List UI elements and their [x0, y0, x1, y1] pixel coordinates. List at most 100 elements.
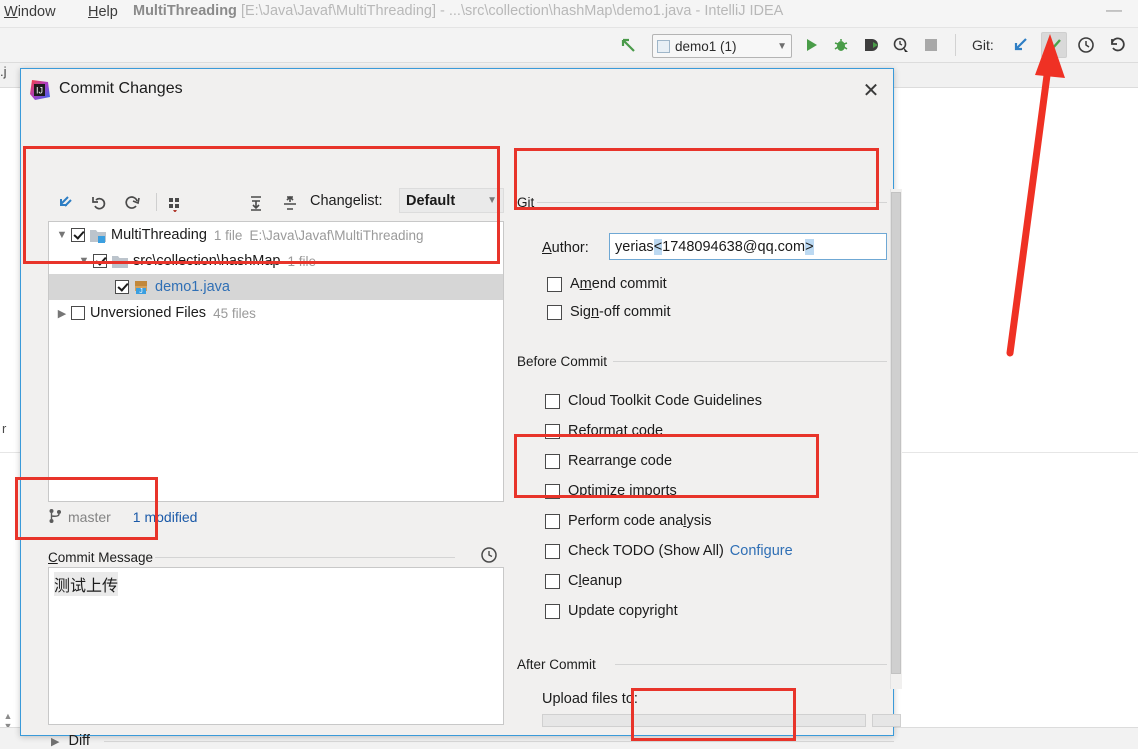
configure-link[interactable]: Configure	[730, 543, 793, 559]
before-commit-title: Before Commit	[517, 354, 614, 369]
window-title-project: MultiThreading	[133, 3, 237, 19]
tree-row-checkbox[interactable]	[93, 254, 107, 268]
git-label: Git:	[972, 37, 994, 53]
checkbox-label: Check TODO (Show All)	[568, 543, 724, 559]
branch-icon	[48, 508, 62, 527]
changed-files-tree[interactable]: ▼ MultiThreading 1 file E:\Java\Javaf\Multi…	[48, 221, 504, 502]
checkbox-label: Optimize imports	[568, 483, 677, 499]
git-option-amend-commit[interactable]: Amend commit	[547, 273, 667, 295]
before-commit-cloud-toolkit-code-guidelines[interactable]: Cloud Toolkit Code Guidelines	[545, 390, 762, 412]
before-commit-perform-code-analysis[interactable]: Perform code analysis	[545, 510, 711, 532]
chevron-down-icon[interactable]: ▼	[75, 255, 93, 267]
author-value-prefix: yerias	[615, 238, 654, 255]
menu-window[interactable]: Window	[4, 4, 56, 20]
checkbox-label: Reformat code	[568, 423, 664, 439]
before-commit-cleanup[interactable]: Cleanup	[545, 570, 622, 592]
checkbox[interactable]	[547, 304, 562, 320]
debug-icon[interactable]	[828, 32, 854, 58]
menu-help[interactable]: Help	[88, 4, 118, 20]
commit-message-title: Commit Message	[48, 550, 160, 565]
checkbox[interactable]	[545, 513, 560, 529]
tree-row[interactable]: ▶ Unversioned Files 45 files	[49, 300, 503, 326]
git-rollback-icon[interactable]	[1104, 32, 1130, 58]
upload-browse-button[interactable]	[872, 714, 901, 727]
module-folder-icon	[90, 229, 106, 243]
author-input[interactable]: yerias <1748094638@qq.com >	[609, 233, 887, 260]
git-update-project-icon[interactable]	[1008, 32, 1034, 58]
chevron-down-icon: ▼	[487, 195, 497, 206]
upload-files-label: Upload files to:	[542, 691, 638, 707]
branch-name: master	[68, 509, 111, 525]
checkbox[interactable]	[545, 543, 560, 559]
editor-code-fragment: r	[2, 421, 7, 436]
commit-message-divider	[155, 557, 455, 558]
right-panel-scrollbar-thumb[interactable]	[891, 192, 901, 674]
message-history-icon[interactable]	[480, 546, 498, 569]
dialog-title-bar: IJ Commit Changes ✕	[21, 69, 893, 113]
tree-row[interactable]: ▼ MultiThreading 1 file E:\Java\Javaf\Multi…	[49, 222, 503, 248]
author-value-open-bracket: <	[653, 238, 663, 255]
checkbox[interactable]	[547, 276, 562, 292]
git-history-icon[interactable]	[1073, 32, 1099, 58]
commit-message-input[interactable]: 测试上传	[48, 567, 504, 725]
diff-toggle[interactable]: ▶ Diff	[51, 730, 90, 749]
before-commit-update-copyright[interactable]: Update copyright	[545, 600, 678, 622]
tree-row-label: demo1.java	[155, 279, 230, 295]
author-value-close-bracket: >	[805, 238, 814, 255]
close-icon[interactable]: ✕	[857, 77, 885, 105]
svg-text:IJ: IJ	[36, 86, 43, 96]
checkbox-label: Perform code analysis	[568, 513, 712, 529]
profile-icon[interactable]	[888, 32, 914, 58]
author-label: Author:	[542, 240, 589, 256]
changelist-select[interactable]: Default ▼	[399, 188, 504, 213]
commit-message-value: 测试上传	[54, 572, 119, 596]
checkbox-label: Update copyright	[568, 603, 678, 619]
upload-target-select[interactable]	[542, 714, 866, 727]
checkbox[interactable]	[545, 393, 560, 409]
ide-title-bar: Window Help MultiThreading [E:\Java\Java…	[0, 0, 1138, 28]
collapse-all-icon[interactable]	[277, 190, 303, 216]
changelist-label: Changelist:	[310, 193, 383, 209]
editor-tab-fragment[interactable]: .j	[0, 64, 7, 79]
tree-row[interactable]: ▼ src\collection\hashMap 1 file	[49, 248, 503, 274]
run-config-label: demo1 (1)	[675, 38, 737, 54]
group-by-icon[interactable]	[162, 190, 188, 216]
modified-count[interactable]: 1 modified	[133, 509, 198, 525]
run-icon[interactable]	[798, 32, 824, 58]
tree-row-path: E:\Java\Javaf\MultiThreading	[249, 227, 424, 243]
checkbox-label: Cleanup	[568, 573, 623, 589]
chevron-down-icon[interactable]: ▼	[53, 229, 71, 241]
checkbox[interactable]	[545, 423, 560, 439]
git-section-divider	[537, 202, 887, 203]
undo-icon[interactable]	[87, 190, 113, 216]
checkbox[interactable]	[545, 453, 560, 469]
expand-all-icon[interactable]	[243, 190, 269, 216]
checkbox[interactable]	[545, 573, 560, 589]
tree-row-label: Unversioned Files	[90, 305, 207, 321]
before-commit-check-todo-show-all[interactable]: Check TODO (Show All) Configure	[545, 540, 793, 562]
tree-row-checkbox[interactable]	[71, 306, 85, 320]
folder-icon	[112, 255, 128, 268]
tree-row-checkbox[interactable]	[71, 228, 85, 242]
refresh-icon[interactable]	[119, 190, 145, 216]
git-option-sign-off-commit[interactable]: Sign-off commit	[547, 301, 671, 323]
svg-text:J: J	[139, 288, 143, 295]
rollback-icon[interactable]	[51, 190, 77, 216]
checkbox[interactable]	[545, 603, 560, 619]
before-commit-reformat-code[interactable]: Reformat code	[545, 420, 663, 442]
tree-row-count: 45 files	[213, 305, 256, 321]
before-commit-rearrange-code[interactable]: Rearrange code	[545, 450, 672, 472]
tree-row-checkbox[interactable]	[115, 280, 129, 294]
before-commit-optimize-imports[interactable]: Optimize imports	[545, 480, 677, 502]
toolbar-divider	[955, 34, 956, 56]
run-configuration-selector[interactable]: demo1 (1) ▼	[652, 34, 792, 58]
minimize-button[interactable]: —	[1104, 2, 1124, 22]
chevron-right-icon[interactable]: ▶	[53, 307, 71, 320]
tree-row-label: MultiThreading	[111, 227, 207, 243]
navigate-back-icon[interactable]	[615, 32, 641, 58]
checkbox[interactable]	[545, 483, 560, 499]
run-with-coverage-icon[interactable]	[858, 32, 884, 58]
git-commit-icon[interactable]	[1041, 32, 1067, 58]
tree-row[interactable]: Jdemo1.java	[49, 274, 503, 300]
branch-status-bar: master 1 modified	[48, 506, 197, 528]
